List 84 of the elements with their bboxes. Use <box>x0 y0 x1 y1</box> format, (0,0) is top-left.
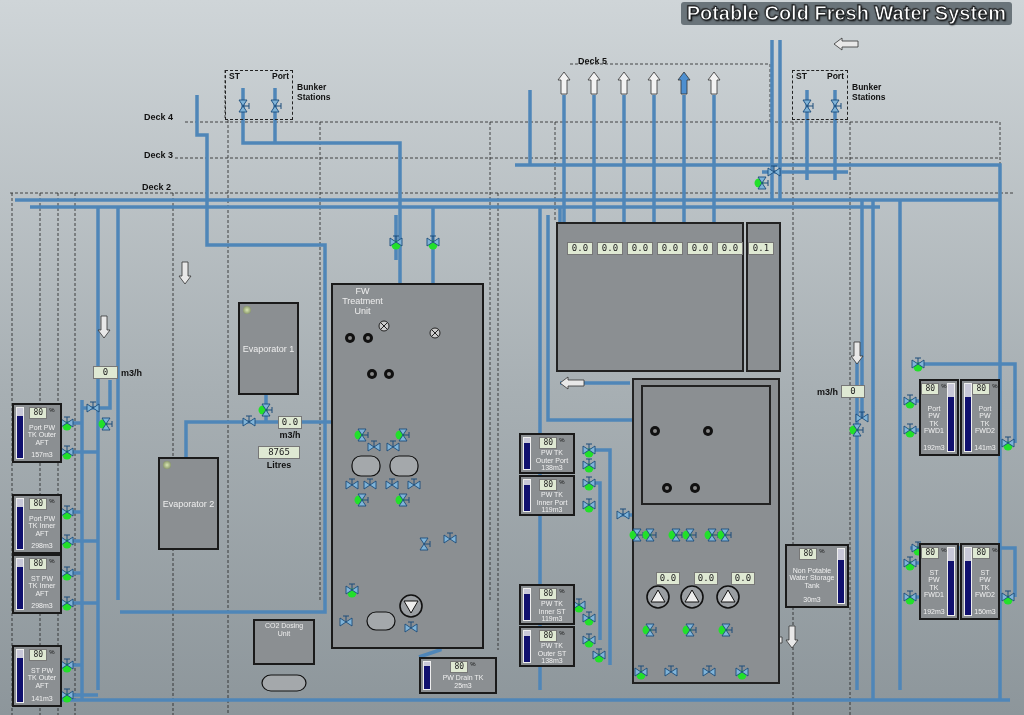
level-readout: 80 <box>539 479 558 491</box>
vessel-icon <box>351 455 381 477</box>
vessel-icon <box>261 674 307 692</box>
level-readout: 80 <box>450 661 469 673</box>
bunker-stations-label: Bunker Stations <box>852 82 887 102</box>
flow-readout: 0.1 <box>748 242 774 255</box>
valve-icon[interactable] <box>60 416 74 431</box>
dosing-pump-icon <box>650 426 660 436</box>
deck-label: Deck 3 <box>144 150 174 160</box>
level-readout: 80 <box>29 407 48 419</box>
deck-label: Deck 2 <box>142 182 172 192</box>
level-readout: 80 <box>29 498 48 510</box>
arrow-up-icon <box>707 71 721 95</box>
flow-readout: 0.0 <box>597 242 623 255</box>
status-light-icon <box>243 306 251 314</box>
filter-icon <box>378 320 390 332</box>
valve-icon[interactable] <box>60 566 74 581</box>
level-readout: 80 <box>972 547 991 559</box>
flow-readout: 0.0 <box>657 242 683 255</box>
vessel-icon <box>389 455 419 477</box>
arrow-left-icon <box>559 376 585 390</box>
deck-label: Deck 4 <box>144 112 174 122</box>
flow-readout: 0 <box>93 366 118 379</box>
side-label: ST <box>796 71 807 81</box>
flow-readout: 0.0 <box>627 242 653 255</box>
pump-icon <box>646 585 670 609</box>
flow-readout: 0 <box>841 385 865 398</box>
arrow-up-icon <box>617 71 631 95</box>
level-readout: 80 <box>29 558 48 570</box>
level-readout: 80 <box>539 588 558 600</box>
evaporator-label: Evaporator 1 <box>241 342 296 355</box>
unit-label: Litres <box>266 460 292 470</box>
unit-label: m3/h <box>121 367 142 378</box>
arrow-up-icon <box>587 71 601 95</box>
valve-icon[interactable] <box>629 528 644 542</box>
pump-icon <box>399 594 423 618</box>
level-readout: 80 <box>539 630 558 642</box>
level-readout: 80 <box>29 649 48 661</box>
arrow-down-icon <box>850 341 864 365</box>
bunker-stations-label: Bunker Stations <box>297 82 332 102</box>
valve-icon[interactable] <box>60 596 74 611</box>
pump-flow-readout: 0.0 <box>656 572 680 585</box>
level-readout: 80 <box>799 548 818 560</box>
arrow-left-icon <box>833 37 859 51</box>
vessel-icon <box>366 611 396 631</box>
pump-icon <box>716 585 740 609</box>
arrow-up-icon <box>677 71 691 95</box>
flow-readout: 8765 <box>258 446 300 459</box>
status-light-icon <box>163 461 171 469</box>
arrow-up-icon <box>647 71 661 95</box>
arrow-down-icon <box>178 261 192 285</box>
arrow-down-icon <box>97 315 111 339</box>
valve-icon[interactable] <box>60 505 74 520</box>
arrow-down-icon <box>785 625 799 649</box>
unit-label: m3/h <box>279 430 301 440</box>
evaporator-label: Evaporator 2 <box>161 497 216 510</box>
valve-icon[interactable] <box>572 598 586 613</box>
side-label: Port <box>827 71 844 81</box>
dosing-pump-icon <box>662 483 672 493</box>
dosing-pump-icon <box>690 483 700 493</box>
side-label: ST <box>229 71 240 81</box>
unit-label: m3/h <box>817 386 838 397</box>
dosing-pump-icon <box>703 426 713 436</box>
level-readout: 80 <box>539 437 558 449</box>
deck-label: Deck 5 <box>578 56 608 66</box>
side-label: Port <box>272 71 289 81</box>
pump-icon <box>680 585 704 609</box>
valve-icon[interactable] <box>60 688 74 703</box>
unit-label: FW Treatment Unit <box>341 285 384 317</box>
level-readout: 80 <box>972 383 991 395</box>
flow-readout: 0.0 <box>687 242 713 255</box>
flow-readout: 0.0 <box>567 242 593 255</box>
pump-flow-readout: 0.0 <box>694 572 718 585</box>
arrow-up-icon <box>557 71 571 95</box>
valve-icon[interactable] <box>60 445 74 460</box>
valve-icon[interactable] <box>60 534 74 549</box>
screen-title: Potable Cold Fresh Water System <box>680 2 1012 25</box>
level-readout: 80 <box>921 547 940 559</box>
flow-readout: 0.0 <box>717 242 743 255</box>
filter-icon <box>429 327 441 339</box>
valve-icon[interactable] <box>60 658 74 673</box>
flow-readout: 0.0 <box>278 416 302 429</box>
level-readout: 80 <box>921 383 940 395</box>
pump-flow-readout: 0.0 <box>731 572 755 585</box>
